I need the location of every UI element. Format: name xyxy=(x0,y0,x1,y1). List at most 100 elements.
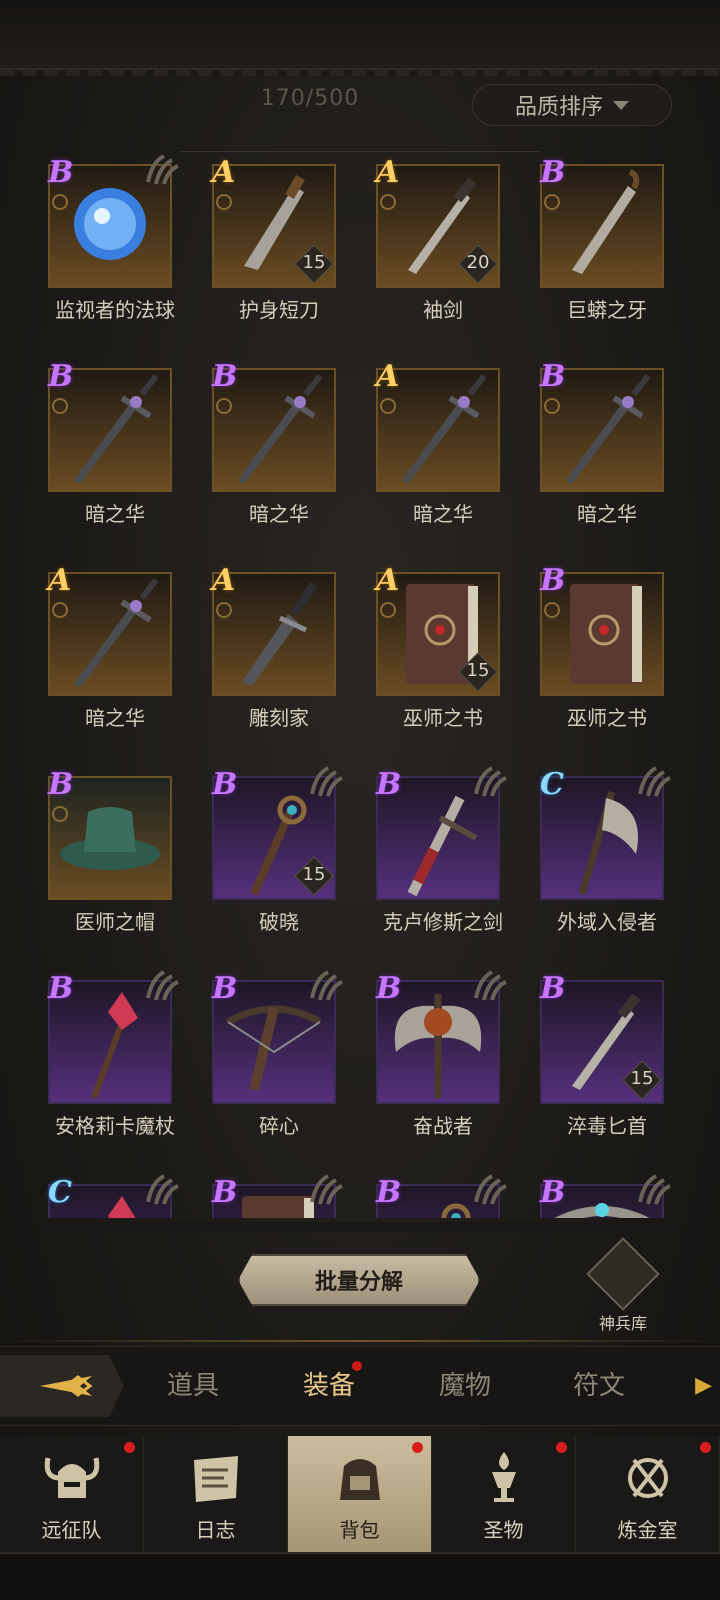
inventory-slot[interactable]: B 奋战者 xyxy=(368,966,518,1170)
grade-badge: A xyxy=(376,155,400,190)
nav-journal[interactable]: 日志 xyxy=(144,1436,288,1552)
item-card[interactable]: B xyxy=(212,1174,343,1218)
item-card[interactable]: C xyxy=(540,766,671,900)
item-card[interactable]: A 20 xyxy=(376,158,500,288)
inventory-slot[interactable]: A 暗之华 xyxy=(40,558,190,762)
inventory-slot[interactable]: A 15 护身短刀 xyxy=(204,150,354,354)
item-card[interactable]: A xyxy=(376,362,500,492)
claw-mark-icon xyxy=(474,1174,507,1205)
nav-backpack[interactable]: 背包 xyxy=(288,1436,432,1552)
grade-badge: B xyxy=(48,971,74,1006)
item-name: 袖剑 xyxy=(423,298,463,322)
inventory-slot[interactable]: C 外域入侵者 xyxy=(532,762,680,966)
bulk-dismantle-button[interactable]: 批量分解 xyxy=(238,1254,480,1306)
inventory-slot[interactable]: A 雕刻家 xyxy=(204,558,354,762)
empty-socket-icon xyxy=(52,602,68,618)
item-name: 护身短刀 xyxy=(239,298,319,322)
grade-badge: A xyxy=(212,563,236,598)
claw-mark-icon xyxy=(146,970,179,1001)
arrow-left-icon xyxy=(40,1375,93,1397)
inventory-slot[interactable]: B 15 淬毒匕首 xyxy=(532,966,680,1170)
quantity-label: 15 xyxy=(302,252,326,273)
inventory-slot[interactable]: B 安格莉卡魔杖 xyxy=(40,966,190,1170)
inventory-slot[interactable]: B xyxy=(368,1170,518,1218)
category-tabs: 道具 装备 魔物 符文 ▶ xyxy=(0,1346,720,1426)
tab-back-button[interactable] xyxy=(0,1355,124,1417)
item-card[interactable]: B 15 xyxy=(540,974,664,1104)
grade-badge: C xyxy=(540,767,564,802)
item-name: 巫师之书 xyxy=(403,706,483,730)
inventory-slot[interactable]: B 暗之华 xyxy=(40,354,190,558)
grid-clip xyxy=(40,1222,680,1232)
item-card[interactable]: A 15 xyxy=(212,158,336,288)
armory-button[interactable]: 神兵库 xyxy=(586,1237,660,1333)
item-card[interactable]: B xyxy=(376,766,507,900)
inventory-slot[interactable]: B xyxy=(204,1170,354,1218)
sort-quality-button[interactable]: 品质排序 xyxy=(472,84,672,126)
item-name: 监视者的法球 xyxy=(55,298,175,322)
item-card[interactable]: A 15 xyxy=(376,566,500,696)
grade-badge: B xyxy=(540,563,566,598)
item-card[interactable]: C xyxy=(48,1174,179,1218)
inventory-slot[interactable]: B 克卢修斯之剑 xyxy=(368,762,518,966)
item-card[interactable]: B xyxy=(376,970,507,1104)
grade-badge: B xyxy=(48,767,74,802)
item-name: 奋战者 xyxy=(413,1114,473,1138)
item-card[interactable]: B xyxy=(48,154,179,288)
bottom-nav: 远征队 日志 背包 圣物 炼金室 xyxy=(0,1436,720,1552)
tab-runes[interactable]: 符文 xyxy=(544,1365,654,1402)
empty-socket-icon xyxy=(544,602,560,618)
item-card[interactable]: A xyxy=(48,566,172,696)
nav-expedition[interactable]: 远征队 xyxy=(0,1436,144,1552)
grade-badge: B xyxy=(212,971,238,1006)
item-card[interactable]: B xyxy=(376,1174,507,1218)
inventory-slot[interactable]: A 暗之华 xyxy=(368,354,518,558)
item-card[interactable]: B xyxy=(212,362,336,492)
armory-icon xyxy=(586,1237,660,1311)
item-card[interactable]: B xyxy=(48,970,179,1104)
item-card[interactable]: A xyxy=(212,566,336,696)
claw-mark-icon xyxy=(310,766,343,797)
inventory-grid: B 监视者的法球 A 15 护身短刀 A 20 袖剑 B 巨蟒之牙 B 暗之华 B 暗之华 A 暗之华 B 暗之华… xyxy=(40,150,680,1218)
item-card[interactable]: B xyxy=(48,362,172,492)
inventory-slot[interactable]: B xyxy=(532,1170,680,1218)
tab-equipment[interactable]: 装备 xyxy=(274,1361,384,1402)
claw-mark-icon xyxy=(638,766,671,797)
inventory-slot[interactable]: A 15 巫师之书 xyxy=(368,558,518,762)
empty-socket-icon xyxy=(216,398,232,414)
tab-monsters[interactable]: 魔物 xyxy=(410,1365,520,1402)
tab-items[interactable]: 道具 xyxy=(138,1365,248,1402)
item-card[interactable]: B xyxy=(212,970,343,1104)
item-card[interactable]: B xyxy=(540,158,664,288)
nav-relics[interactable]: 圣物 xyxy=(432,1436,576,1552)
item-name: 外域入侵者 xyxy=(557,910,657,934)
quantity-label: 20 xyxy=(466,252,490,273)
grade-badge: A xyxy=(376,563,400,598)
empty-socket-icon xyxy=(216,194,232,210)
backpack-icon xyxy=(339,1459,380,1500)
quantity-badge: 15 xyxy=(458,652,498,692)
item-card[interactable]: B xyxy=(540,566,664,696)
item-card[interactable]: B 15 xyxy=(212,766,343,900)
inventory-slot[interactable]: B 医师之帽 xyxy=(40,762,190,966)
grade-badge: B xyxy=(376,767,402,802)
item-card[interactable]: B xyxy=(48,770,172,900)
inventory-slot[interactable]: A 20 袖剑 xyxy=(368,150,518,354)
chevron-right-icon[interactable]: ▶ xyxy=(695,1373,712,1398)
item-name: 破晓 xyxy=(259,910,299,934)
inventory-slot[interactable]: B 暗之华 xyxy=(204,354,354,558)
grade-badge: B xyxy=(212,359,238,394)
inventory-slot[interactable]: B 监视者的法球 xyxy=(40,150,190,354)
inventory-slot[interactable]: B 巫师之书 xyxy=(532,558,680,762)
item-card[interactable]: B xyxy=(540,362,664,492)
inventory-slot[interactable]: C xyxy=(40,1170,190,1218)
chevron-down-icon xyxy=(613,100,629,110)
quantity-badge: 20 xyxy=(458,244,498,284)
inventory-slot[interactable]: B 巨蟒之牙 xyxy=(532,150,680,354)
inventory-slot[interactable]: B 暗之华 xyxy=(532,354,680,558)
claw-mark-icon xyxy=(310,970,343,1001)
nav-alchemy[interactable]: 炼金室 xyxy=(576,1436,720,1552)
inventory-slot[interactable]: B 15 破晓 xyxy=(204,762,354,966)
inventory-slot[interactable]: B 碎心 xyxy=(204,966,354,1170)
item-card[interactable]: B xyxy=(540,1174,671,1218)
